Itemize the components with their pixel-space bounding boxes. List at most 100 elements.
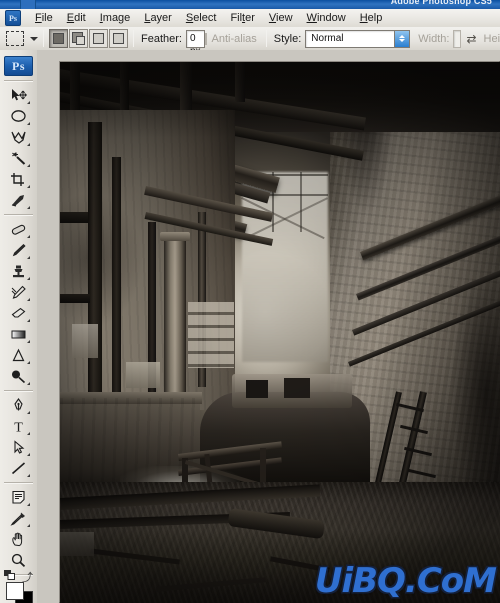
width-label: Width: — [418, 32, 450, 45]
menu-item-window[interactable]: Window — [300, 11, 353, 25]
dodge-tool[interactable] — [4, 366, 33, 387]
menu-item-edit[interactable]: Edit — [60, 11, 93, 25]
menu-item-help[interactable]: Help — [353, 11, 390, 25]
tool-flyout-marker — [27, 277, 30, 280]
hand-tool[interactable] — [4, 529, 33, 550]
rectangular-marquee-icon — [6, 31, 24, 46]
app-system-icon[interactable] — [20, 0, 36, 9]
subtract-from-selection-icon — [93, 33, 104, 44]
menu-label-help-rest: elp — [367, 12, 383, 24]
intersect-with-selection-icon — [113, 33, 124, 44]
style-spinner-icon[interactable] — [394, 30, 410, 47]
tool-flyout-marker — [27, 524, 30, 527]
gradient-tool[interactable] — [4, 324, 33, 345]
toolbox-separator-3 — [4, 482, 33, 484]
menu-label-image-rest: mage — [102, 12, 131, 24]
tool-flyout-marker — [27, 411, 30, 414]
chevron-up-icon — [399, 35, 406, 38]
width-input[interactable] — [453, 29, 462, 48]
tool-flyout-marker — [27, 361, 30, 364]
tool-flyout-marker — [27, 164, 30, 167]
elliptical-marquee-tool[interactable] — [4, 106, 33, 127]
anti-alias-checkbox[interactable] — [204, 32, 207, 45]
toolbox-separator-0 — [4, 80, 33, 82]
line-tool[interactable] — [4, 458, 33, 479]
window-title: Adobe Photoshop CS5 — [390, 0, 492, 6]
pen-tool[interactable] — [4, 395, 33, 416]
tool-flyout-marker — [27, 432, 30, 435]
style-select-value: Normal — [311, 33, 344, 44]
document-window: UiBQ.CoM — [37, 50, 500, 603]
crop-tool[interactable] — [4, 169, 33, 190]
feather-label: Feather: — [141, 32, 182, 45]
options-separator-1 — [43, 30, 44, 47]
slice-tool[interactable] — [4, 190, 33, 211]
tool-flyout-marker — [27, 256, 30, 259]
photo-abandoned-factory: UiBQ.CoM — [60, 62, 500, 603]
toolbox-separator-1 — [4, 214, 33, 216]
tool-flyout-marker — [27, 382, 30, 385]
menu-label-file-rest: ile — [41, 12, 53, 24]
toolbox-ps-badge[interactable]: Ps — [4, 56, 33, 76]
menu-item-file[interactable]: File — [28, 11, 60, 25]
magic-wand-tool[interactable] — [4, 148, 33, 169]
history-brush-tool[interactable] — [4, 282, 33, 303]
app-logo-icon[interactable]: Ps — [5, 10, 21, 26]
lasso-tool[interactable] — [4, 127, 33, 148]
tool-flyout-marker — [27, 206, 30, 209]
style-label: Style: — [273, 32, 302, 45]
title-bar[interactable]: Adobe Photoshop CS5 — [0, 0, 500, 9]
menu-item-select[interactable]: Select — [179, 11, 224, 25]
blur-tool[interactable] — [4, 345, 33, 366]
eraser-tool[interactable] — [4, 303, 33, 324]
menu-bar: Ps File Edit Image Layer Select Filter V… — [0, 9, 500, 28]
chevron-down-icon — [399, 39, 406, 42]
swap-dimensions-icon[interactable]: ⇄ — [466, 32, 476, 46]
toolbox-separator-2 — [4, 390, 33, 392]
menu-label-view-rest: iew — [276, 12, 293, 24]
zoom-tool[interactable] — [4, 550, 33, 571]
tool-flyout-marker — [27, 298, 30, 301]
menu-label-filter-rest: er — [245, 12, 255, 24]
tool-flyout-marker — [27, 340, 30, 343]
brush-tool[interactable] — [4, 240, 33, 261]
chevron-down-icon[interactable] — [30, 36, 38, 41]
menu-item-layer[interactable]: Layer — [137, 11, 179, 25]
toolbox: Ps T ⤴ — [0, 50, 38, 603]
subtract-from-selection-button[interactable] — [89, 29, 108, 48]
tool-preset-picker[interactable] — [6, 31, 38, 46]
tool-flyout-marker — [27, 319, 30, 322]
eyedropper-tool[interactable] — [4, 508, 33, 529]
options-separator-2 — [133, 30, 134, 47]
anti-alias-label: Anti-alias — [211, 32, 257, 45]
menu-label-edit-rest: dit — [74, 12, 86, 24]
tool-flyout-marker — [27, 453, 30, 456]
image-canvas[interactable]: UiBQ.CoM — [60, 62, 500, 603]
healing-brush-tool[interactable] — [4, 219, 33, 240]
tool-flyout-marker — [27, 101, 30, 104]
height-label: Hei — [483, 32, 500, 45]
move-tool[interactable] — [4, 85, 33, 106]
tool-flyout-marker — [27, 185, 30, 188]
menu-item-image[interactable]: Image — [93, 11, 138, 25]
type-tool[interactable]: T — [4, 416, 33, 437]
tool-flyout-marker — [27, 503, 30, 506]
new-selection-button[interactable] — [49, 29, 68, 48]
clone-stamp-tool[interactable] — [4, 261, 33, 282]
tool-flyout-marker — [27, 474, 30, 477]
feather-input[interactable]: 0 px — [185, 29, 205, 57]
intersect-with-selection-button[interactable] — [109, 29, 128, 48]
color-swatches: ⤴ — [4, 570, 33, 603]
path-selection-tool[interactable] — [4, 437, 33, 458]
options-bar: Feather: 0 px Anti-alias Style: Normal W… — [0, 27, 500, 57]
menu-label-layer-rest: ayer — [150, 12, 172, 24]
menu-item-filter[interactable]: Filter — [223, 11, 261, 25]
notes-tool[interactable] — [4, 487, 33, 508]
style-select[interactable]: Normal — [305, 29, 411, 48]
add-to-selection-button[interactable] — [69, 29, 88, 48]
tool-flyout-marker — [27, 122, 30, 125]
svg-text:T: T — [14, 421, 23, 435]
default-colors-icon[interactable] — [4, 570, 15, 580]
menu-item-view[interactable]: View — [262, 11, 300, 25]
foreground-color-swatch[interactable] — [6, 582, 24, 600]
